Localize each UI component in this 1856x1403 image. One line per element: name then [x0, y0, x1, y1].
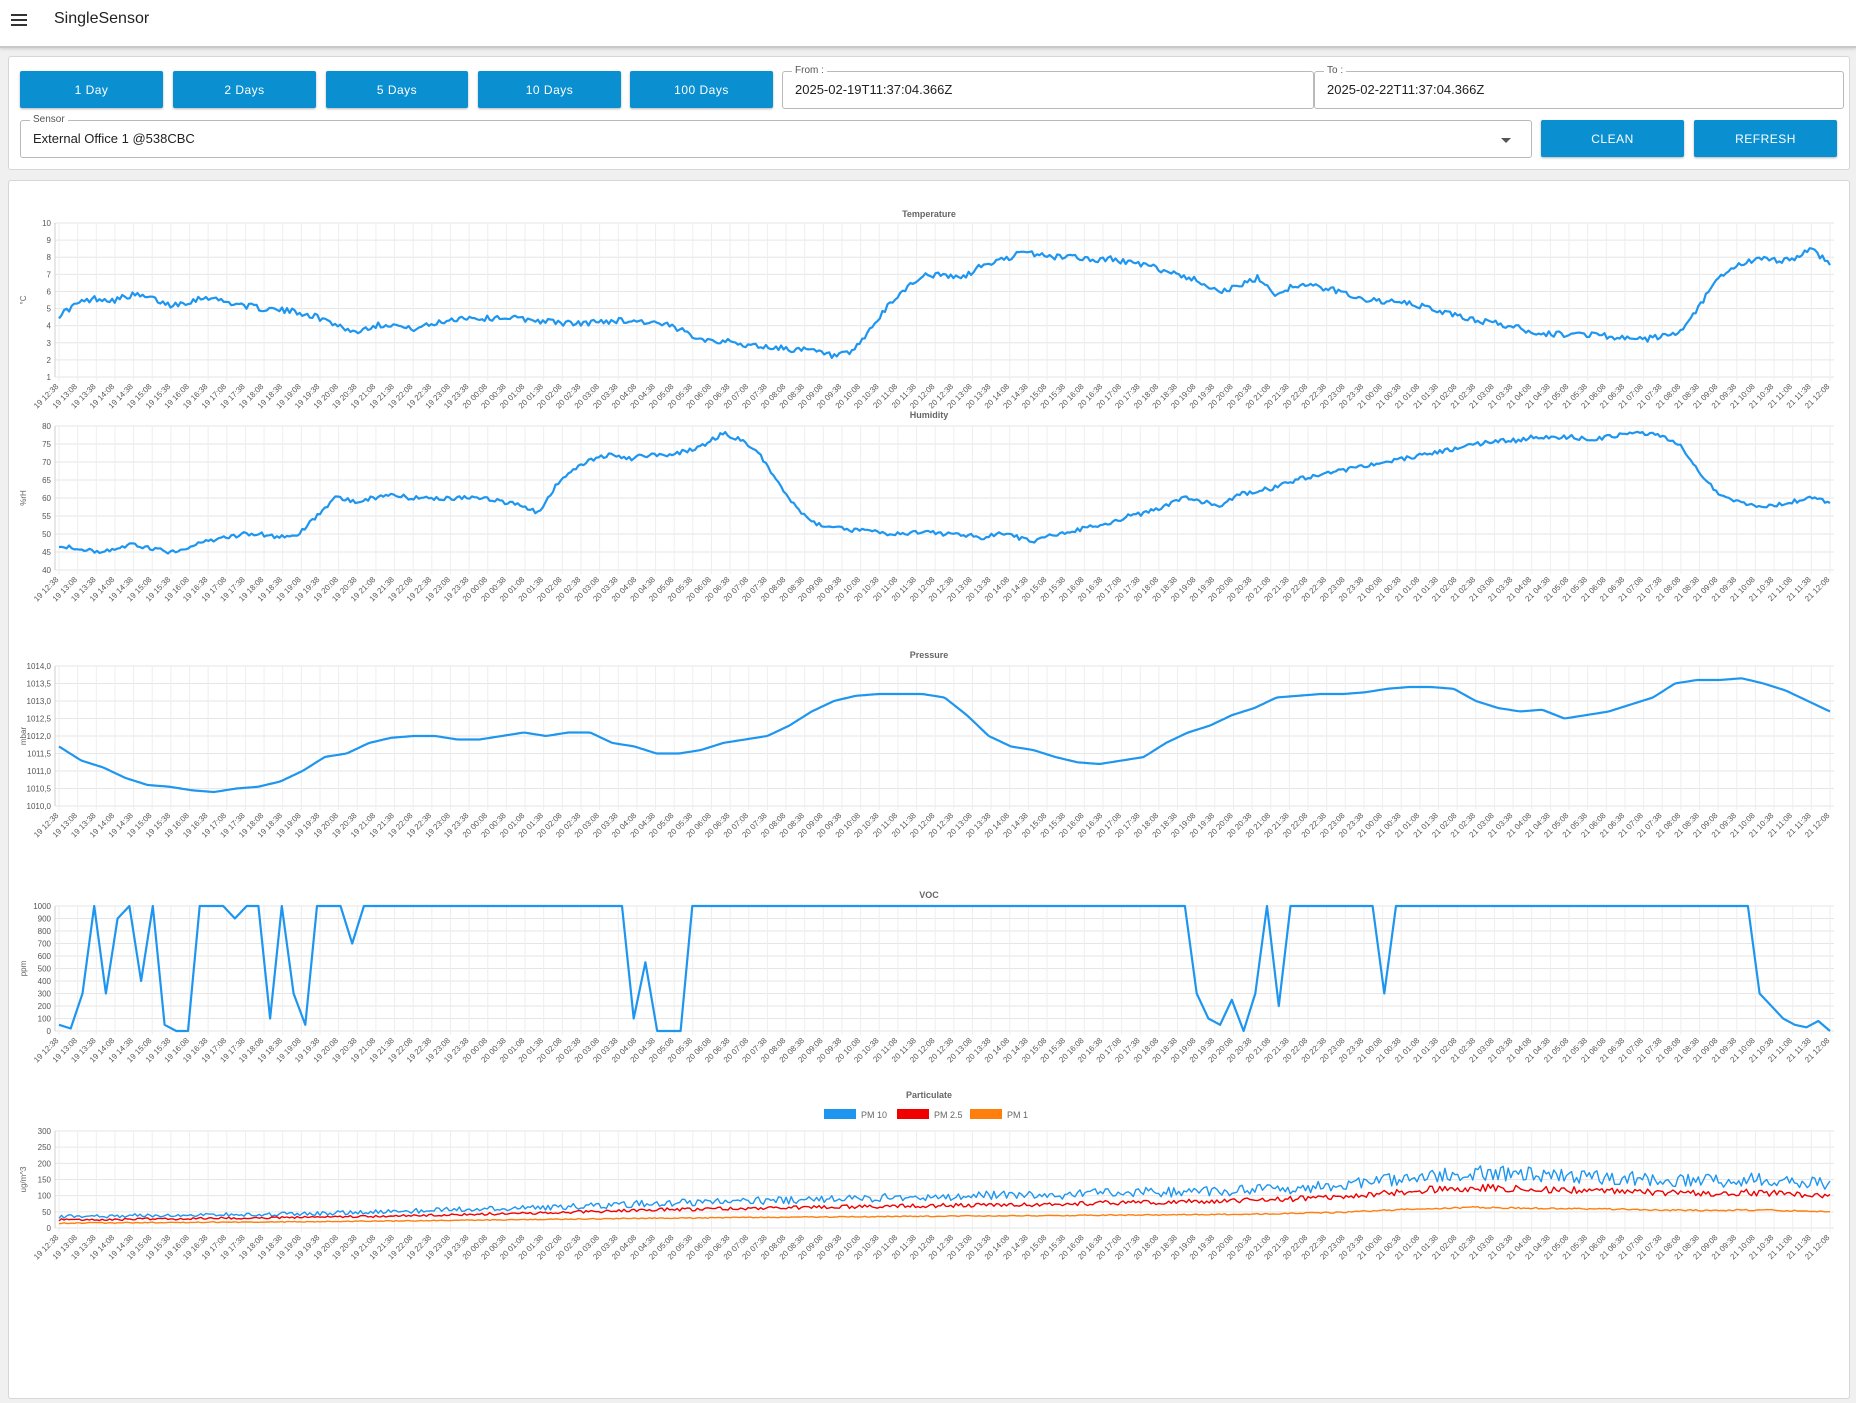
controls-panel: 1 Day 2 Days 5 Days 10 Days 100 Days Fro… — [8, 56, 1850, 170]
y-tick-label: 10 — [42, 219, 51, 228]
y-tick-label: 1000 — [33, 902, 51, 911]
app-title: SingleSensor — [54, 10, 150, 27]
sensor-label: Sensor — [30, 114, 68, 125]
y-axis-label: %rH — [19, 490, 28, 506]
y-axis-label: ppm — [19, 960, 28, 976]
from-date-field[interactable]: From : 2025-02-19T11:37:04.366Z — [782, 65, 1314, 109]
y-tick-label: 1011,5 — [27, 750, 51, 759]
y-tick-label: 45 — [42, 548, 51, 557]
y-tick-label: 1014,0 — [27, 662, 52, 671]
refresh-button[interactable]: REFRESH — [1694, 120, 1837, 157]
y-tick-label: 300 — [38, 1127, 52, 1136]
y-tick-label: 4 — [47, 322, 52, 331]
from-label: From : — [792, 65, 827, 76]
chart-voc: VOCppm0100200300400500600700800900100019… — [19, 890, 1834, 1064]
y-tick-label: 75 — [42, 440, 51, 449]
y-axis-label: °C — [19, 295, 28, 304]
chart-title: Pressure — [910, 650, 949, 660]
y-tick-label: 1013,5 — [27, 680, 52, 689]
series-line-pm-10 — [58, 1165, 1831, 1219]
y-tick-label: 100 — [38, 1015, 52, 1024]
y-tick-label: 1011,0 — [27, 767, 51, 776]
y-tick-label: 1010,5 — [27, 785, 52, 794]
menu-icon[interactable] — [11, 14, 27, 28]
y-axis-label: ug/m^3 — [19, 1166, 28, 1193]
y-tick-label: 1012,5 — [27, 715, 52, 724]
y-tick-label: 60 — [42, 494, 51, 503]
charts-panel: Temperature °C 1 2 3 4 5 6 7 8 9 10 19 12:38 19 13:08… — [8, 180, 1850, 1399]
chart-particulate: Particulateug/m^305010015020025030019 12… — [19, 1090, 1834, 1261]
y-tick-label: 0 — [47, 1027, 52, 1036]
y-tick-label: 1010,0 — [27, 802, 52, 811]
legend-swatch — [824, 1109, 856, 1119]
to-date-field[interactable]: To : 2025-02-22T11:37:04.366Z — [1314, 65, 1844, 109]
legend-swatch — [897, 1109, 929, 1119]
y-tick-label: 70 — [42, 458, 51, 467]
y-tick-label: 500 — [38, 965, 52, 974]
legend-label: PM 1 — [1007, 1110, 1028, 1120]
range-100-days-button[interactable]: 100 Days — [630, 71, 773, 108]
chart-pressure: Pressurembar1010,01010,51011,01011,51012… — [19, 650, 1834, 839]
app-bar: SingleSensor — [0, 0, 1856, 48]
chart-title: Particulate — [906, 1090, 952, 1100]
y-tick-label: 65 — [42, 476, 51, 485]
y-tick-label: 40 — [42, 566, 51, 575]
range-5-days-button[interactable]: 5 Days — [326, 71, 468, 108]
y-tick-label: 400 — [38, 977, 52, 986]
y-tick-label: 9 — [47, 236, 52, 245]
chart-title: VOC — [919, 890, 939, 900]
y-tick-label: 80 — [42, 422, 51, 431]
chart-title: Temperature — [902, 209, 956, 219]
y-tick-label: 900 — [38, 915, 52, 924]
y-tick-label: 800 — [38, 927, 52, 936]
sensor-value[interactable]: External Office 1 @538CBC — [33, 131, 195, 146]
series-line-temperature — [58, 247, 1831, 359]
y-tick-label: 1012,0 — [27, 732, 52, 741]
series-line-pressure — [58, 677, 1831, 794]
charts-canvas: Temperature°C1234567891019 12:3819 13:08… — [19, 209, 1834, 1261]
y-tick-label: 50 — [42, 530, 51, 539]
y-tick-label: 100 — [38, 1192, 52, 1201]
y-tick-label: 3 — [47, 339, 52, 348]
y-tick-label: 250 — [38, 1143, 52, 1152]
to-label: To : — [1324, 65, 1347, 76]
y-tick-label: 150 — [38, 1176, 52, 1185]
y-tick-label: 6 — [47, 287, 52, 296]
y-tick-label: 8 — [47, 253, 52, 262]
range-10-days-button[interactable]: 10 Days — [478, 71, 621, 108]
chevron-down-icon[interactable] — [1501, 138, 1511, 143]
y-tick-label: 0 — [47, 1224, 52, 1233]
series-line-pm-1 — [58, 1205, 1831, 1225]
y-tick-label: 200 — [38, 1002, 52, 1011]
series-line-pm-2-5 — [58, 1183, 1831, 1222]
y-tick-label: 1013,0 — [27, 697, 52, 706]
to-value[interactable]: 2025-02-22T11:37:04.366Z — [1327, 82, 1484, 97]
legend-label: PM 10 — [861, 1110, 887, 1120]
y-tick-label: 55 — [42, 512, 51, 521]
range-2-days-button[interactable]: 2 Days — [173, 71, 316, 108]
chart-temperature: Temperature°C1234567891019 12:3819 13:08… — [19, 209, 1834, 410]
y-tick-label: 7 — [47, 270, 52, 279]
y-tick-label: 5 — [47, 305, 52, 314]
y-tick-label: 700 — [38, 940, 52, 949]
y-tick-label: 50 — [42, 1208, 51, 1217]
sensor-select[interactable]: Sensor External Office 1 @538CBC — [20, 114, 1532, 158]
chart-title: Humidity — [910, 410, 949, 420]
clean-button[interactable]: CLEAN — [1541, 120, 1684, 157]
range-1-day-button[interactable]: 1 Day — [20, 71, 163, 108]
y-tick-label: 1 — [47, 373, 52, 382]
chart-humidity: Humidity%rH40455055606570758019 12:3819 … — [19, 410, 1834, 603]
y-tick-label: 300 — [38, 990, 52, 999]
y-tick-label: 200 — [38, 1159, 52, 1168]
legend-label: PM 2.5 — [934, 1110, 963, 1120]
legend-swatch — [970, 1109, 1002, 1119]
from-value[interactable]: 2025-02-19T11:37:04.366Z — [795, 82, 952, 97]
y-tick-label: 2 — [47, 356, 52, 365]
series-line-humidity — [58, 430, 1831, 555]
y-tick-label: 600 — [38, 952, 52, 961]
